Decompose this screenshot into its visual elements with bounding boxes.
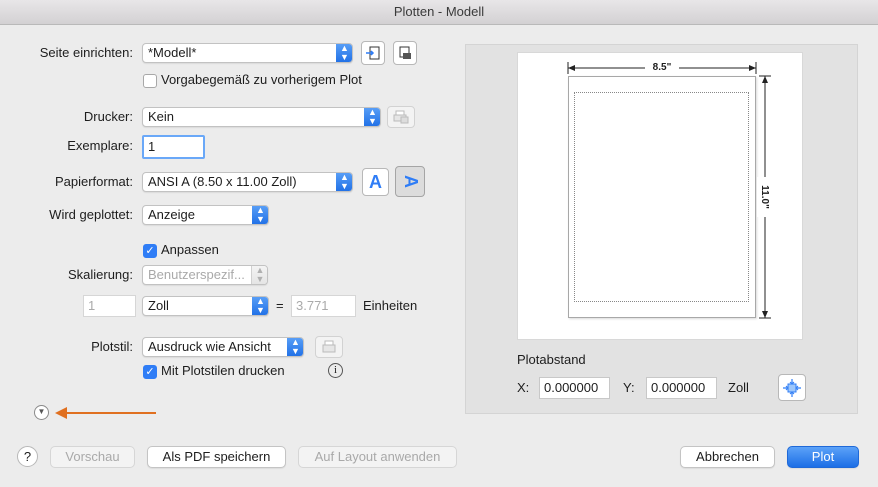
center-plot-button[interactable] [778,374,806,401]
plot-offset-title: Plotabstand [517,352,586,367]
offset-y-input[interactable]: 0.000000 [646,377,717,399]
height-label: 11.0" [757,177,771,217]
page-setup-label: Seite einrichten: [39,45,133,60]
offset-x-label: X: [517,380,530,395]
paper-size-label: Papierformat: [54,174,133,189]
scale-value: Benutzerspezif... [148,267,245,282]
printer-settings-icon [393,110,409,124]
chevron-updown-icon: ▲ ▼ [336,173,352,191]
info-icon[interactable]: i [328,363,343,378]
paper-size-value: ANSI A (8.50 x 11.00 Zoll) [148,174,297,189]
center-icon [783,378,801,397]
previous-plot-label: Vorgabegemäß zu vorherigem Plot [161,72,362,87]
portrait-button[interactable]: A [362,168,389,196]
scale-units-input[interactable]: 1 [83,295,136,317]
page-setup-manager-button[interactable] [393,41,417,65]
import-page-setup-button[interactable] [361,41,385,65]
chevron-updown-icon: ▲ ▼ [287,338,303,356]
expand-options-button[interactable]: ▼ [34,405,49,420]
page-setup-value: *Modell* [148,45,197,60]
scale-select[interactable]: Benutzerspezif... ▲ ▼ [142,265,268,285]
scale-unit-select[interactable]: Zoll ▲ ▼ [142,296,269,316]
arrow-annotation-icon [55,407,156,419]
chevron-updown-icon: ▲ ▼ [364,108,380,126]
offset-unit-label: Zoll [728,380,749,395]
portrait-icon: A [369,171,382,192]
copies-label: Exemplare: [67,138,133,153]
chevron-updown-icon: ▲ ▼ [251,266,267,284]
landscape-button[interactable]: A [395,166,425,197]
cancel-button[interactable]: Abbrechen [680,446,775,468]
landscape-icon: A [400,175,421,188]
printer-label: Drucker: [83,109,133,124]
window-title: Plotten - Modell [0,0,878,25]
copies-input[interactable]: 1 [142,135,205,159]
import-icon [366,46,380,60]
chevron-updown-icon: ▲ ▼ [252,297,268,315]
plot-style-select[interactable]: Ausdruck wie Ansicht ▲ ▼ [142,337,304,357]
plot-style-label: Plotstil: [91,339,133,354]
plot-area-label: Wird geplottet: [49,207,133,222]
page-setup-select[interactable]: *Modell* ▲ ▼ [142,43,353,63]
scale-drawing-units-input[interactable]: 3.771 [291,295,356,317]
help-button[interactable]: ? [17,446,38,467]
fit-label: Anpassen [161,242,219,257]
chevron-updown-icon: ▲ ▼ [252,206,268,224]
units-label: Einheiten [363,298,418,313]
plot-area-value: Anzeige [148,207,195,222]
fit-checkbox[interactable]: ✓ [143,244,157,258]
plot-styles-checkbox[interactable]: ✓ [143,365,157,379]
offset-x-input[interactable]: 0.000000 [539,377,610,399]
printer-edit-icon [322,340,336,353]
printable-area [574,92,749,302]
apply-to-layout-button[interactable]: Auf Layout anwenden [298,446,457,468]
previous-plot-checkbox[interactable] [143,74,157,88]
printer-select[interactable]: Kein ▲ ▼ [142,107,381,127]
printer-value: Kein [148,109,175,124]
printer-page-icon [399,46,411,59]
preview-button[interactable]: Vorschau [50,446,135,468]
offset-y-label: Y: [623,380,635,395]
plot-style-value: Ausdruck wie Ansicht [148,339,271,354]
scale-label: Skalierung: [67,267,133,282]
plot-style-edit-button[interactable] [315,336,343,358]
plot-button[interactable]: Plot [787,446,859,468]
equals-sign: = [276,298,284,313]
width-label: 8.5" [645,62,679,74]
scale-unit-value: Zoll [148,298,169,313]
save-pdf-button[interactable]: Als PDF speichern [147,446,286,468]
chevron-updown-icon: ▲ ▼ [336,44,352,62]
printer-properties-button[interactable] [387,106,415,128]
paper-size-select[interactable]: ANSI A (8.50 x 11.00 Zoll) ▲ ▼ [142,172,353,192]
plot-area-select[interactable]: Anzeige ▲ ▼ [142,205,269,225]
plot-styles-label: Mit Plotstilen drucken [161,363,285,378]
